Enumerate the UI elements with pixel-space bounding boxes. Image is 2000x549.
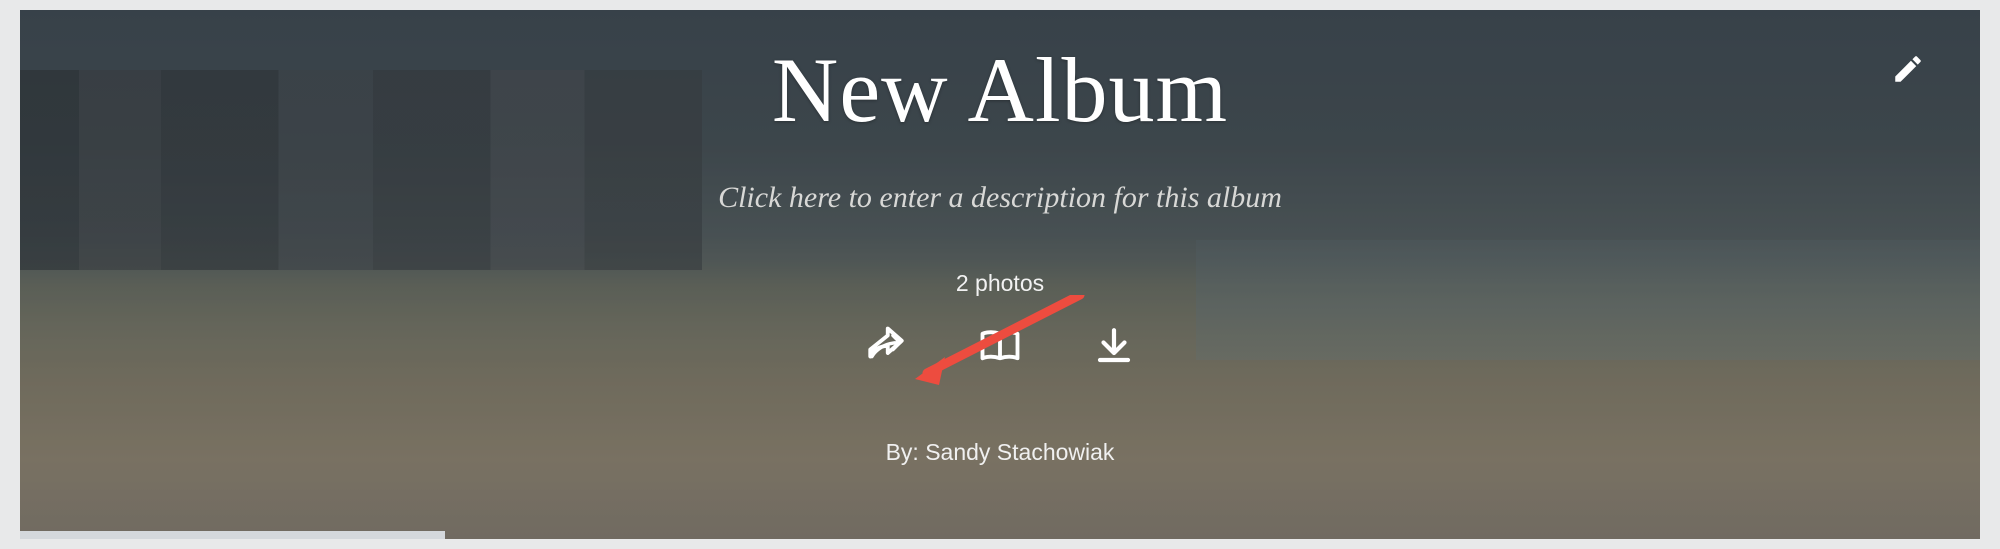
photo-count: 2 photos [956, 270, 1044, 297]
album-description-input[interactable]: Click here to enter a description for th… [718, 181, 1282, 215]
share-icon [865, 325, 907, 367]
edit-button[interactable] [1891, 52, 1925, 86]
album-content: New Album Click here to enter a descript… [20, 10, 1980, 466]
share-button[interactable] [865, 325, 907, 367]
action-row [865, 325, 1135, 367]
thumbnail-strip [20, 531, 445, 539]
byline-prefix: By: [886, 439, 926, 465]
album-byline: By: Sandy Stachowiak [886, 439, 1115, 466]
byline-author: Sandy Stachowiak [925, 439, 1114, 465]
pencil-icon [1891, 52, 1925, 86]
book-button[interactable] [979, 325, 1021, 367]
download-icon [1093, 325, 1135, 367]
album-header: New Album Click here to enter a descript… [20, 10, 1980, 539]
book-icon [979, 325, 1021, 367]
download-button[interactable] [1093, 325, 1135, 367]
album-title[interactable]: New Album [772, 40, 1228, 141]
